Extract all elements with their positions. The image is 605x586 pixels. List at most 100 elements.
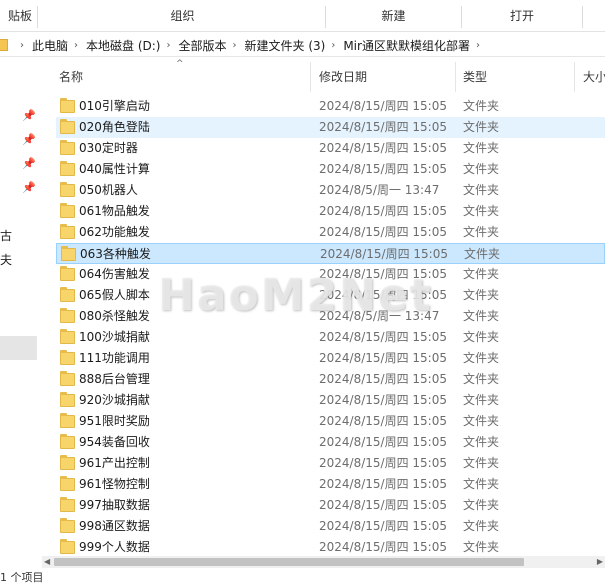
- file-type: 文件夹: [463, 519, 500, 533]
- file-row[interactable]: 064伤害触发 2024/8/15/周四 15:05 文件夹: [56, 264, 605, 285]
- file-row[interactable]: 065假人脚本 2024/8/15/周四 15:05 文件夹: [56, 285, 605, 306]
- file-row[interactable]: 050机器人 2024/8/5/周一 13:47 文件夹: [56, 180, 605, 201]
- ribbon-separator: [37, 6, 38, 28]
- file-row[interactable]: 100沙城捐献 2024/8/15/周四 15:05 文件夹: [56, 327, 605, 348]
- file-row[interactable]: 080杀怪触发 2024/8/5/周一 13:47 文件夹: [56, 306, 605, 327]
- folder-icon: [60, 539, 75, 554]
- horizontal-scrollbar[interactable]: ◀ ▶: [42, 556, 605, 568]
- file-type: 文件夹: [463, 225, 500, 239]
- scroll-left-icon[interactable]: ◀: [44, 556, 50, 568]
- scroll-right-icon[interactable]: ▶: [597, 556, 603, 568]
- file-name[interactable]: 065假人脚本: [79, 285, 150, 306]
- chevron-right-icon[interactable]: ›: [331, 40, 335, 51]
- chevron-right-icon[interactable]: ›: [20, 40, 24, 51]
- file-row[interactable]: 030定时器 2024/8/15/周四 15:05 文件夹: [56, 138, 605, 159]
- file-name[interactable]: 111功能调用: [79, 348, 150, 369]
- file-modified-date: 2024/8/5/周一 13:47: [319, 183, 440, 197]
- file-type: 文件夹: [463, 540, 500, 554]
- file-row[interactable]: 951限时奖励 2024/8/15/周四 15:05 文件夹: [56, 411, 605, 432]
- file-row[interactable]: 062功能触发 2024/8/15/周四 15:05 文件夹: [56, 222, 605, 243]
- ribbon-group-organize[interactable]: 组织: [40, 0, 325, 32]
- nav-item-label[interactable]: 夫: [0, 251, 12, 268]
- chevron-right-icon[interactable]: ›: [233, 40, 237, 51]
- file-row[interactable]: 020角色登陆 2024/8/15/周四 15:05 文件夹: [56, 117, 605, 138]
- column-header-name[interactable]: 名称: [59, 64, 309, 90]
- file-modified-date: 2024/8/15/周四 15:05: [319, 99, 447, 113]
- column-separator[interactable]: [455, 62, 456, 92]
- file-name[interactable]: 954装备回收: [79, 432, 150, 453]
- file-type: 文件夹: [463, 435, 500, 449]
- file-row[interactable]: 961怪物控制 2024/8/15/周四 15:05 文件夹: [56, 474, 605, 495]
- chevron-right-icon[interactable]: ›: [476, 40, 480, 51]
- ribbon-separator: [582, 6, 583, 28]
- file-type: 文件夹: [463, 288, 500, 302]
- file-name[interactable]: 030定时器: [79, 138, 138, 159]
- breadcrumb-local-disk[interactable]: 本地磁盘 (D:): [86, 37, 160, 54]
- file-name[interactable]: 064伤害触发: [79, 264, 150, 285]
- ribbon-group-open[interactable]: 打开: [462, 0, 582, 32]
- ribbon-group-clipboard[interactable]: 贴板: [0, 0, 40, 32]
- file-name[interactable]: 998通区数据: [79, 516, 150, 537]
- address-bar[interactable]: › 此电脑 › 本地磁盘 (D:) › 全部版本 › 新建文件夹 (3) › M…: [0, 33, 605, 57]
- breadcrumb-all-versions[interactable]: 全部版本: [178, 37, 226, 54]
- ribbon-group-new[interactable]: 新建: [326, 0, 461, 32]
- file-row[interactable]: 061物品触发 2024/8/15/周四 15:05 文件夹: [56, 201, 605, 222]
- file-list[interactable]: 010引擎启动 2024/8/15/周四 15:05 文件夹 020角色登陆 2024/…: [56, 96, 605, 556]
- file-name[interactable]: 020角色登陆: [79, 117, 150, 138]
- column-header-size[interactable]: 大小: [583, 64, 605, 90]
- file-row[interactable]: 961产出控制 2024/8/15/周四 15:05 文件夹: [56, 453, 605, 474]
- nav-item-selected[interactable]: [0, 336, 37, 360]
- file-type: 文件夹: [463, 351, 500, 365]
- file-row[interactable]: 063各种触发 2024/8/15/周四 15:05 文件夹: [56, 243, 605, 264]
- chevron-right-icon[interactable]: ›: [74, 40, 78, 51]
- file-modified-date: 2024/8/15/周四 15:05: [319, 498, 447, 512]
- scrollbar-thumb[interactable]: [54, 558, 524, 566]
- file-name[interactable]: 062功能触发: [79, 222, 150, 243]
- file-type: 文件夹: [463, 477, 500, 491]
- file-modified-date: 2024/8/15/周四 15:05: [319, 456, 447, 470]
- file-name[interactable]: 050机器人: [79, 180, 138, 201]
- file-name[interactable]: 040属性计算: [79, 159, 150, 180]
- file-name[interactable]: 997抽取数据: [79, 495, 150, 516]
- file-type: 文件夹: [463, 456, 500, 470]
- file-name[interactable]: 920沙城捐献: [79, 390, 150, 411]
- file-name[interactable]: 010引擎启动: [79, 96, 150, 117]
- file-row[interactable]: 920沙城捐献 2024/8/15/周四 15:05 文件夹: [56, 390, 605, 411]
- column-separator[interactable]: [310, 62, 311, 92]
- file-name[interactable]: 951限时奖励: [79, 411, 150, 432]
- pin-icon[interactable]: 📌: [22, 109, 36, 122]
- file-name[interactable]: 888后台管理: [79, 369, 150, 390]
- pin-icon[interactable]: 📌: [22, 181, 36, 194]
- file-row[interactable]: 888后台管理 2024/8/15/周四 15:05 文件夹: [56, 369, 605, 390]
- file-row[interactable]: 040属性计算 2024/8/15/周四 15:05 文件夹: [56, 159, 605, 180]
- breadcrumb-current-folder[interactable]: Mir通区默默模组化部署: [343, 37, 470, 54]
- file-name[interactable]: 999个人数据: [79, 537, 150, 556]
- chevron-right-icon[interactable]: ›: [166, 40, 170, 51]
- file-name[interactable]: 063各种触发: [80, 244, 151, 265]
- file-modified-date: 2024/8/15/周四 15:05: [319, 120, 447, 134]
- navigation-pane: 📌 📌 📌 📌 古 夫: [0, 58, 40, 568]
- folder-icon: [61, 246, 76, 261]
- folder-icon: [60, 308, 75, 323]
- file-name[interactable]: 080杀怪触发: [79, 306, 150, 327]
- column-header-type[interactable]: 类型: [463, 64, 573, 90]
- column-header-modified[interactable]: 修改日期: [319, 64, 454, 90]
- column-separator[interactable]: [574, 62, 575, 92]
- file-name[interactable]: 100沙城捐献: [79, 327, 150, 348]
- file-name[interactable]: 061物品触发: [79, 201, 150, 222]
- file-row[interactable]: 997抽取数据 2024/8/15/周四 15:05 文件夹: [56, 495, 605, 516]
- file-type: 文件夹: [463, 204, 500, 218]
- folder-icon: [60, 98, 75, 113]
- breadcrumb-new-folder[interactable]: 新建文件夹 (3): [245, 37, 326, 54]
- file-row[interactable]: 111功能调用 2024/8/15/周四 15:05 文件夹: [56, 348, 605, 369]
- nav-item-label[interactable]: 古: [0, 227, 12, 244]
- file-row[interactable]: 954装备回收 2024/8/15/周四 15:05 文件夹: [56, 432, 605, 453]
- file-name[interactable]: 961产出控制: [79, 453, 150, 474]
- pin-icon[interactable]: 📌: [22, 133, 36, 146]
- breadcrumb-this-pc[interactable]: 此电脑: [32, 37, 68, 54]
- pin-icon[interactable]: 📌: [22, 157, 36, 170]
- file-row[interactable]: 998通区数据 2024/8/15/周四 15:05 文件夹: [56, 516, 605, 537]
- file-name[interactable]: 961怪物控制: [79, 474, 150, 495]
- file-row[interactable]: 999个人数据 2024/8/15/周四 15:05 文件夹: [56, 537, 605, 556]
- file-row[interactable]: 010引擎启动 2024/8/15/周四 15:05 文件夹: [56, 96, 605, 117]
